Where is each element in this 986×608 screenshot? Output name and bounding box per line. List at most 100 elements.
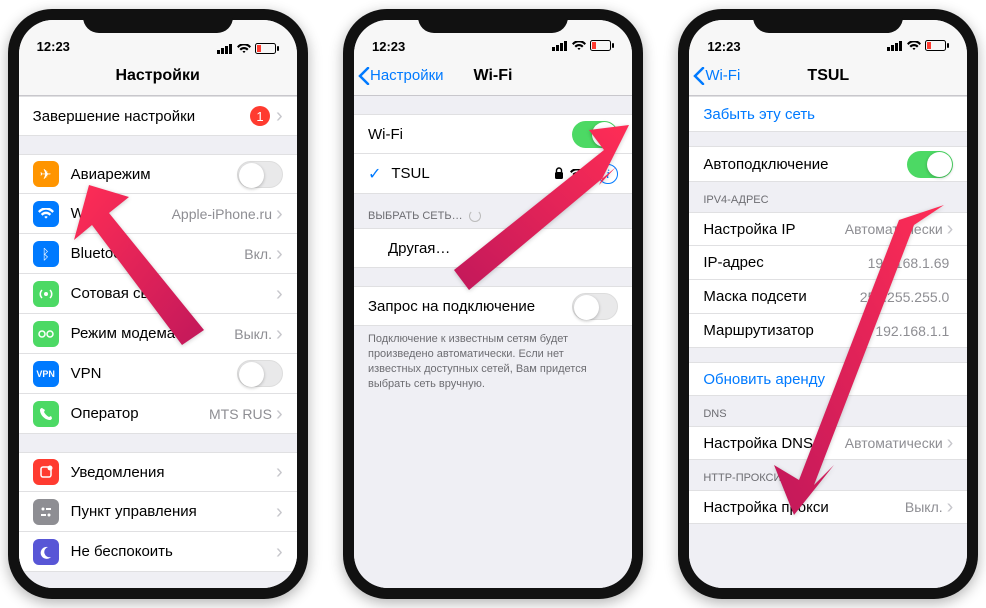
- dns-header: DNS: [689, 396, 967, 426]
- autojoin-label: Автоподключение: [703, 156, 907, 173]
- vpn-row[interactable]: VPN VPN: [19, 354, 297, 394]
- chevron-icon: ›: [276, 462, 283, 482]
- chevron-icon: ›: [276, 542, 283, 562]
- complete-setup-label: Завершение настройки: [33, 108, 250, 125]
- status-time: 12:23: [37, 39, 70, 54]
- wifi-settings-icon: [33, 201, 59, 227]
- hotspot-icon: [33, 321, 59, 347]
- airplane-toggle[interactable]: [237, 161, 283, 188]
- bluetooth-label: Bluetooth: [71, 245, 245, 262]
- connected-network-row[interactable]: ✓ TSUL i: [354, 154, 632, 194]
- page-title: Настройки: [19, 67, 297, 85]
- proxy-header: HTTP-ПРОКСИ: [689, 460, 967, 490]
- forget-label: Забыть эту сеть: [703, 106, 953, 123]
- dns-config-label: Настройка DNS: [703, 435, 844, 452]
- subnet-label: Маска подсети: [703, 288, 859, 305]
- content: Забыть эту сеть Автоподключение IPV4-АДР…: [689, 96, 967, 588]
- control-center-row[interactable]: Пункт управления ›: [19, 492, 297, 532]
- phone-wifi: 12:23 Настройки Wi-Fi Wi-Fi ✓: [343, 9, 643, 599]
- content: Завершение настройки 1 › ✈ Авиарежим Wi-…: [19, 96, 297, 588]
- ip-config-row[interactable]: Настройка IP Автоматически ›: [689, 212, 967, 246]
- phone-settings: 12:23 Настройки Завершение настройки 1 ›…: [8, 9, 308, 599]
- router-value: 192.168.1.1: [875, 323, 949, 339]
- wifi-toggle-row[interactable]: Wi-Fi: [354, 114, 632, 154]
- back-button[interactable]: Wi-Fi: [689, 67, 740, 85]
- notch: [418, 9, 568, 33]
- screen: 12:23 Настройки Завершение настройки 1 ›…: [19, 20, 297, 588]
- wifi-icon: [572, 39, 586, 54]
- subnet-row: Маска подсети 255.255.255.0: [689, 280, 967, 314]
- renew-lease-row[interactable]: Обновить аренду: [689, 362, 967, 396]
- airplane-label: Авиарежим: [71, 166, 237, 183]
- signal-icon: [552, 39, 568, 54]
- wifi-value: Apple-iPhone.ru: [172, 206, 272, 222]
- forget-network-row[interactable]: Забыть эту сеть: [689, 96, 967, 132]
- notifications-row[interactable]: Уведомления ›: [19, 452, 297, 492]
- ip-address-row: IP-адрес 192.168.1.69: [689, 246, 967, 280]
- ask-to-join-row[interactable]: Запрос на подключение: [354, 286, 632, 326]
- bluetooth-row[interactable]: ᛒ Bluetooth Вкл. ›: [19, 234, 297, 274]
- network-name: TSUL: [391, 165, 554, 182]
- bluetooth-value: Вкл.: [244, 246, 272, 262]
- battery-icon: [590, 39, 614, 54]
- wifi-toggle[interactable]: [572, 121, 618, 148]
- other-network-row[interactable]: Другая…: [354, 228, 632, 268]
- chevron-icon: ›: [276, 502, 283, 522]
- wifi-label: Wi-Fi: [71, 205, 172, 222]
- footnote: Подключение к известным сетям будет прои…: [354, 326, 632, 391]
- checkmark-icon: ✓: [368, 164, 381, 184]
- ask-toggle[interactable]: [572, 293, 618, 320]
- bluetooth-icon: ᛒ: [33, 241, 59, 267]
- spinner-icon: [469, 210, 481, 222]
- notch: [83, 9, 233, 33]
- chevron-icon: ›: [276, 284, 283, 304]
- dns-config-value: Автоматически: [845, 435, 943, 451]
- ip-address-label: IP-адрес: [703, 254, 867, 271]
- airplane-row[interactable]: ✈ Авиарежим: [19, 154, 297, 194]
- navbar: Настройки: [19, 56, 297, 96]
- wifi-row[interactable]: Wi-Fi Apple-iPhone.ru ›: [19, 194, 297, 234]
- renew-label: Обновить аренду: [703, 371, 953, 388]
- navbar: Настройки Wi-Fi: [354, 56, 632, 96]
- vpn-toggle[interactable]: [237, 360, 283, 387]
- battery-icon: [255, 43, 279, 54]
- ip-config-value: Автоматически: [845, 221, 943, 237]
- back-label: Настройки: [370, 67, 444, 84]
- other-label: Другая…: [368, 240, 618, 257]
- chevron-icon: ›: [276, 204, 283, 224]
- moon-icon: [33, 539, 59, 565]
- screen: 12:23 Wi-Fi TSUL Забыть эту сеть Автопод…: [689, 20, 967, 588]
- autojoin-row[interactable]: Автоподключение: [689, 146, 967, 182]
- dnd-row[interactable]: Не беспокоить ›: [19, 532, 297, 572]
- router-label: Маршрутизатор: [703, 322, 875, 339]
- dns-config-row[interactable]: Настройка DNS Автоматически ›: [689, 426, 967, 460]
- ip-address-value: 192.168.1.69: [868, 255, 950, 271]
- autojoin-toggle[interactable]: [907, 151, 953, 178]
- ipv4-header: IPV4-АДРЕС: [689, 182, 967, 212]
- carrier-row[interactable]: Оператор MTS RUS ›: [19, 394, 297, 434]
- chevron-icon: ›: [947, 433, 954, 453]
- back-button[interactable]: Настройки: [354, 67, 444, 85]
- proxy-label: Настройка прокси: [703, 499, 905, 516]
- chevron-icon: ›: [276, 106, 283, 126]
- hotspot-value: Выкл.: [234, 326, 272, 342]
- info-icon[interactable]: i: [598, 164, 618, 184]
- notifications-icon: [33, 459, 59, 485]
- screen: 12:23 Настройки Wi-Fi Wi-Fi ✓: [354, 20, 632, 588]
- vpn-icon: VPN: [33, 361, 59, 387]
- control-center-label: Пункт управления: [71, 503, 276, 520]
- carrier-label: Оператор: [71, 405, 209, 422]
- wifi-strength-icon: [570, 169, 584, 179]
- complete-setup-row[interactable]: Завершение настройки 1 ›: [19, 96, 297, 136]
- ip-config-label: Настройка IP: [703, 221, 844, 238]
- dnd-label: Не беспокоить: [71, 543, 276, 560]
- status-time: 12:23: [707, 39, 740, 54]
- hotspot-row[interactable]: Режим модема Выкл. ›: [19, 314, 297, 354]
- wifi-icon: [237, 44, 251, 54]
- subnet-value: 255.255.255.0: [860, 289, 950, 305]
- back-label: Wi-Fi: [705, 67, 740, 84]
- proxy-row[interactable]: Настройка прокси Выкл. ›: [689, 490, 967, 524]
- notifications-label: Уведомления: [71, 464, 276, 481]
- phone-icon: [33, 401, 59, 427]
- cellular-row[interactable]: Сотовая связь ›: [19, 274, 297, 314]
